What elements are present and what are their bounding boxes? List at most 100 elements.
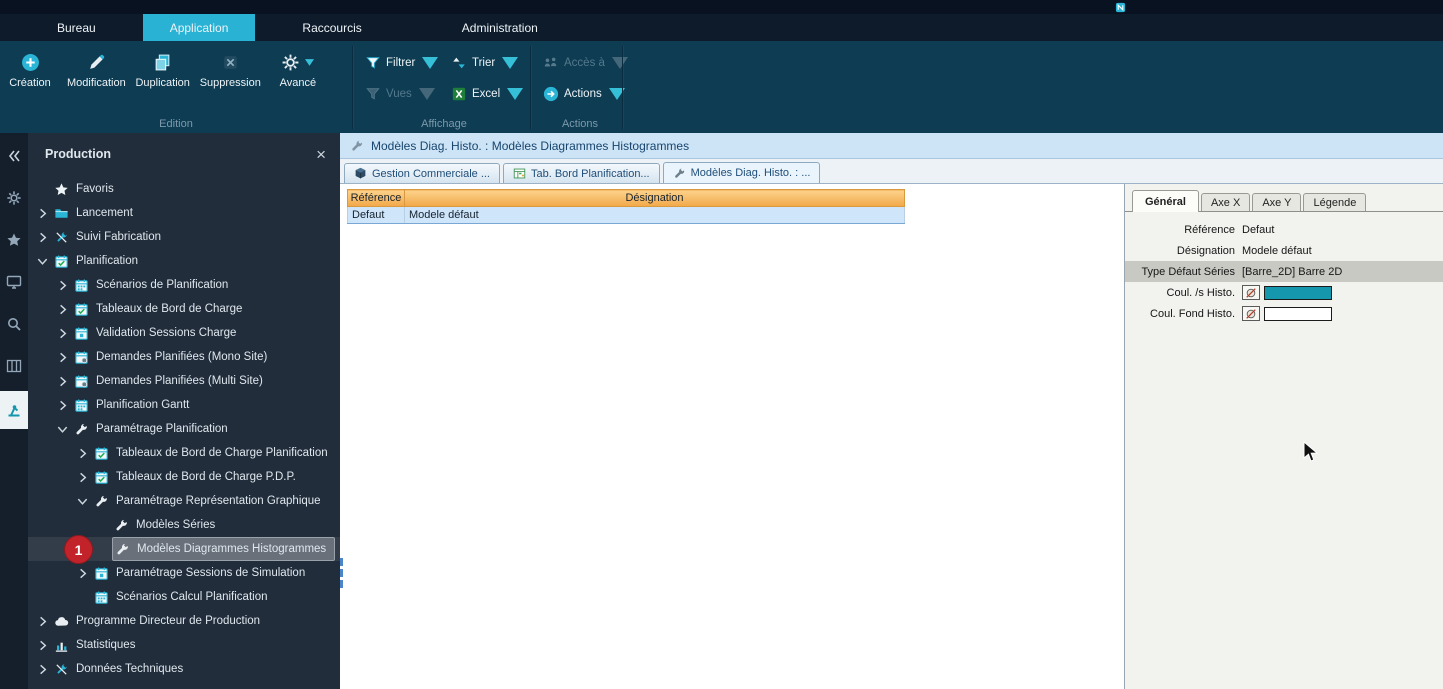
rail-button-gear-rail[interactable] bbox=[0, 181, 28, 215]
tree-item-statistiques[interactable]: Statistiques bbox=[28, 633, 340, 657]
ribbon-button-avance[interactable]: Avancé bbox=[270, 52, 326, 89]
tree-item-content: Planification bbox=[52, 250, 146, 272]
rail-button-monitor[interactable] bbox=[0, 265, 28, 299]
chevrons-left-icon bbox=[6, 148, 22, 164]
menu-tab-raccourcis[interactable]: Raccourcis bbox=[275, 14, 388, 41]
menu-tab-application[interactable]: Application bbox=[143, 14, 256, 41]
color-picker-button[interactable] bbox=[1242, 285, 1260, 300]
table-row[interactable]: DefautModele défaut bbox=[348, 207, 905, 224]
chevron-right-icon[interactable] bbox=[36, 615, 49, 628]
tree-item-label: Demandes Planifiées (Mono Site) bbox=[96, 351, 267, 363]
chevron-right-icon[interactable] bbox=[56, 351, 69, 364]
tree-item-scenarios-de-planification[interactable]: Scénarios de Planification bbox=[28, 273, 340, 297]
tree-item-validation-sessions-charge[interactable]: Validation Sessions Charge bbox=[28, 321, 340, 345]
rail-button-search[interactable] bbox=[0, 307, 28, 341]
tree-item-tableaux-de-bord-de-charge-p-d-p[interactable]: Tableaux de Bord de Charge P.D.P. bbox=[28, 465, 340, 489]
tree-item-planification-gantt[interactable]: Planification Gantt bbox=[28, 393, 340, 417]
ribbon-button-label: Création bbox=[9, 77, 51, 89]
chevron-right-icon[interactable] bbox=[36, 639, 49, 652]
chevron-right-icon[interactable] bbox=[56, 279, 69, 292]
tree-item-label: Validation Sessions Charge bbox=[96, 327, 236, 339]
collapse-panel-button[interactable] bbox=[0, 139, 28, 173]
chevron-right-icon[interactable] bbox=[56, 327, 69, 340]
tree-item-tableaux-de-bord-de-charge-planification[interactable]: Tableaux de Bord de Charge Planification bbox=[28, 441, 340, 465]
tree-item-suivi-fabrication[interactable]: Suivi Fabrication bbox=[28, 225, 340, 249]
tree-item-content: Données Techniques bbox=[52, 658, 191, 680]
scroll-mark bbox=[340, 569, 343, 577]
ribbon-button-trier[interactable]: Trier bbox=[446, 52, 528, 74]
chevron-down-icon[interactable] bbox=[76, 495, 89, 508]
chevron-right-icon[interactable] bbox=[76, 447, 89, 460]
ribbon-button-suppression[interactable]: Suppression bbox=[200, 52, 261, 89]
calendar-grid-icon bbox=[94, 590, 109, 605]
tree-item-parametrage-representation-graphique[interactable]: Paramétrage Représentation Graphique bbox=[28, 489, 340, 513]
chevron-right-icon[interactable] bbox=[76, 471, 89, 484]
menu-tab-administration[interactable]: Administration bbox=[435, 14, 565, 41]
rail-button-robot[interactable] bbox=[0, 391, 28, 429]
color-picker-button[interactable] bbox=[1242, 306, 1260, 321]
tree-item-content: Tableaux de Bord de Charge P.D.P. bbox=[92, 466, 304, 488]
tree-item-modeles-diagrammes-histogrammes[interactable]: Modèles Diagrammes Histogrammes1 bbox=[28, 537, 340, 561]
ribbon-button-creation[interactable]: Création bbox=[2, 52, 58, 89]
menu-tab-bureau[interactable]: Bureau bbox=[30, 14, 123, 41]
doc-tab-modeles-diag-histo[interactable]: Modèles Diag. Histo. : ... bbox=[663, 162, 821, 183]
chevron-right-icon[interactable] bbox=[36, 231, 49, 244]
records-table: RéférenceDésignationDefautModele défaut bbox=[347, 189, 905, 224]
chevron-right-icon[interactable] bbox=[36, 663, 49, 676]
monitor-icon bbox=[6, 274, 22, 290]
calendar-check-icon bbox=[94, 446, 109, 461]
column-header-reference[interactable]: Référence bbox=[348, 190, 405, 207]
tree-item-content: Statistiques bbox=[52, 634, 143, 656]
ribbon-button-modification[interactable]: Modification bbox=[67, 52, 126, 89]
nav-close-button[interactable]: × bbox=[316, 146, 326, 163]
chevron-right-icon[interactable] bbox=[76, 567, 89, 580]
tree-item-favoris[interactable]: Favoris bbox=[28, 177, 340, 201]
properties-tab-legende[interactable]: Légende bbox=[1303, 193, 1366, 211]
wrench-icon bbox=[115, 542, 130, 557]
chevron-down-icon[interactable] bbox=[36, 255, 49, 268]
properties-fields: RéférenceDefautDésignationModele défautT… bbox=[1125, 212, 1443, 324]
gear-icon bbox=[281, 53, 300, 72]
ribbon-button-excel[interactable]: Excel bbox=[446, 83, 528, 105]
doc-tab-gestion-commerciale[interactable]: Gestion Commerciale ... bbox=[344, 163, 500, 183]
tree-item-modeles-series[interactable]: Modèles Séries bbox=[28, 513, 340, 537]
calendar-grid-icon bbox=[74, 398, 89, 413]
column-header-designation[interactable]: Désignation bbox=[405, 190, 905, 207]
properties-tab-general[interactable]: Général bbox=[1132, 190, 1199, 212]
tree-item-label: Planification Gantt bbox=[96, 399, 189, 411]
ribbon-button-vues[interactable]: Vues bbox=[360, 83, 442, 105]
tree-item-label: Tableaux de Bord de Charge P.D.P. bbox=[116, 471, 296, 483]
tree-item-demandes-planifiees-mono-site[interactable]: Demandes Planifiées (Mono Site) bbox=[28, 345, 340, 369]
chevron-right-icon[interactable] bbox=[56, 303, 69, 316]
tree-item-lancement[interactable]: Lancement bbox=[28, 201, 340, 225]
ribbon-button-acces-a[interactable]: Accès à bbox=[538, 52, 622, 74]
rail-button-star-rail[interactable] bbox=[0, 223, 28, 257]
properties-tab-axe-x[interactable]: Axe X bbox=[1201, 193, 1250, 211]
color-swatch[interactable] bbox=[1264, 307, 1332, 321]
tree-item-programme-directeur-de-production[interactable]: Programme Directeur de Production bbox=[28, 609, 340, 633]
ribbon-button-filtrer[interactable]: Filtrer bbox=[360, 52, 442, 74]
ribbon-button-iconrow bbox=[21, 52, 40, 72]
tree-item-parametrage-sessions-de-simulation[interactable]: Paramétrage Sessions de Simulation bbox=[28, 561, 340, 585]
tree-item-demandes-planifiees-multi-site[interactable]: Demandes Planifiées (Multi Site) bbox=[28, 369, 340, 393]
chevron-right-icon[interactable] bbox=[56, 399, 69, 412]
tree-item-planification[interactable]: Planification bbox=[28, 249, 340, 273]
tree-item-parametrage-planification[interactable]: Paramétrage Planification bbox=[28, 417, 340, 441]
tree-item-scenarios-calcul-planification[interactable]: Scénarios Calcul Planification bbox=[28, 585, 340, 609]
color-swatch[interactable] bbox=[1264, 286, 1332, 300]
properties-tab-axe-y[interactable]: Axe Y bbox=[1252, 193, 1301, 211]
rail-button-columns[interactable] bbox=[0, 349, 28, 383]
chevron-right-icon[interactable] bbox=[36, 207, 49, 220]
ribbon-button-actions[interactable]: Actions bbox=[538, 83, 622, 105]
ribbon-button-duplication[interactable]: Duplication bbox=[135, 52, 191, 89]
tree-item-donnees-techniques[interactable]: Données Techniques bbox=[28, 657, 340, 681]
doc-tab-tab-bord-planification[interactable]: Tab. Bord Planification... bbox=[503, 163, 660, 183]
ribbon-button-label: Accès à bbox=[564, 57, 605, 69]
ribbon-button-iconrow bbox=[281, 52, 314, 72]
tree-item-tableaux-de-bord-de-charge[interactable]: Tableaux de Bord de Charge bbox=[28, 297, 340, 321]
field-value[interactable]: [Barre_2D] Barre 2D bbox=[1242, 266, 1342, 278]
chevron-down-icon[interactable] bbox=[56, 423, 69, 436]
chevron-right-icon[interactable] bbox=[56, 375, 69, 388]
ribbon-separator bbox=[622, 46, 623, 129]
scroll-mark bbox=[340, 558, 343, 566]
